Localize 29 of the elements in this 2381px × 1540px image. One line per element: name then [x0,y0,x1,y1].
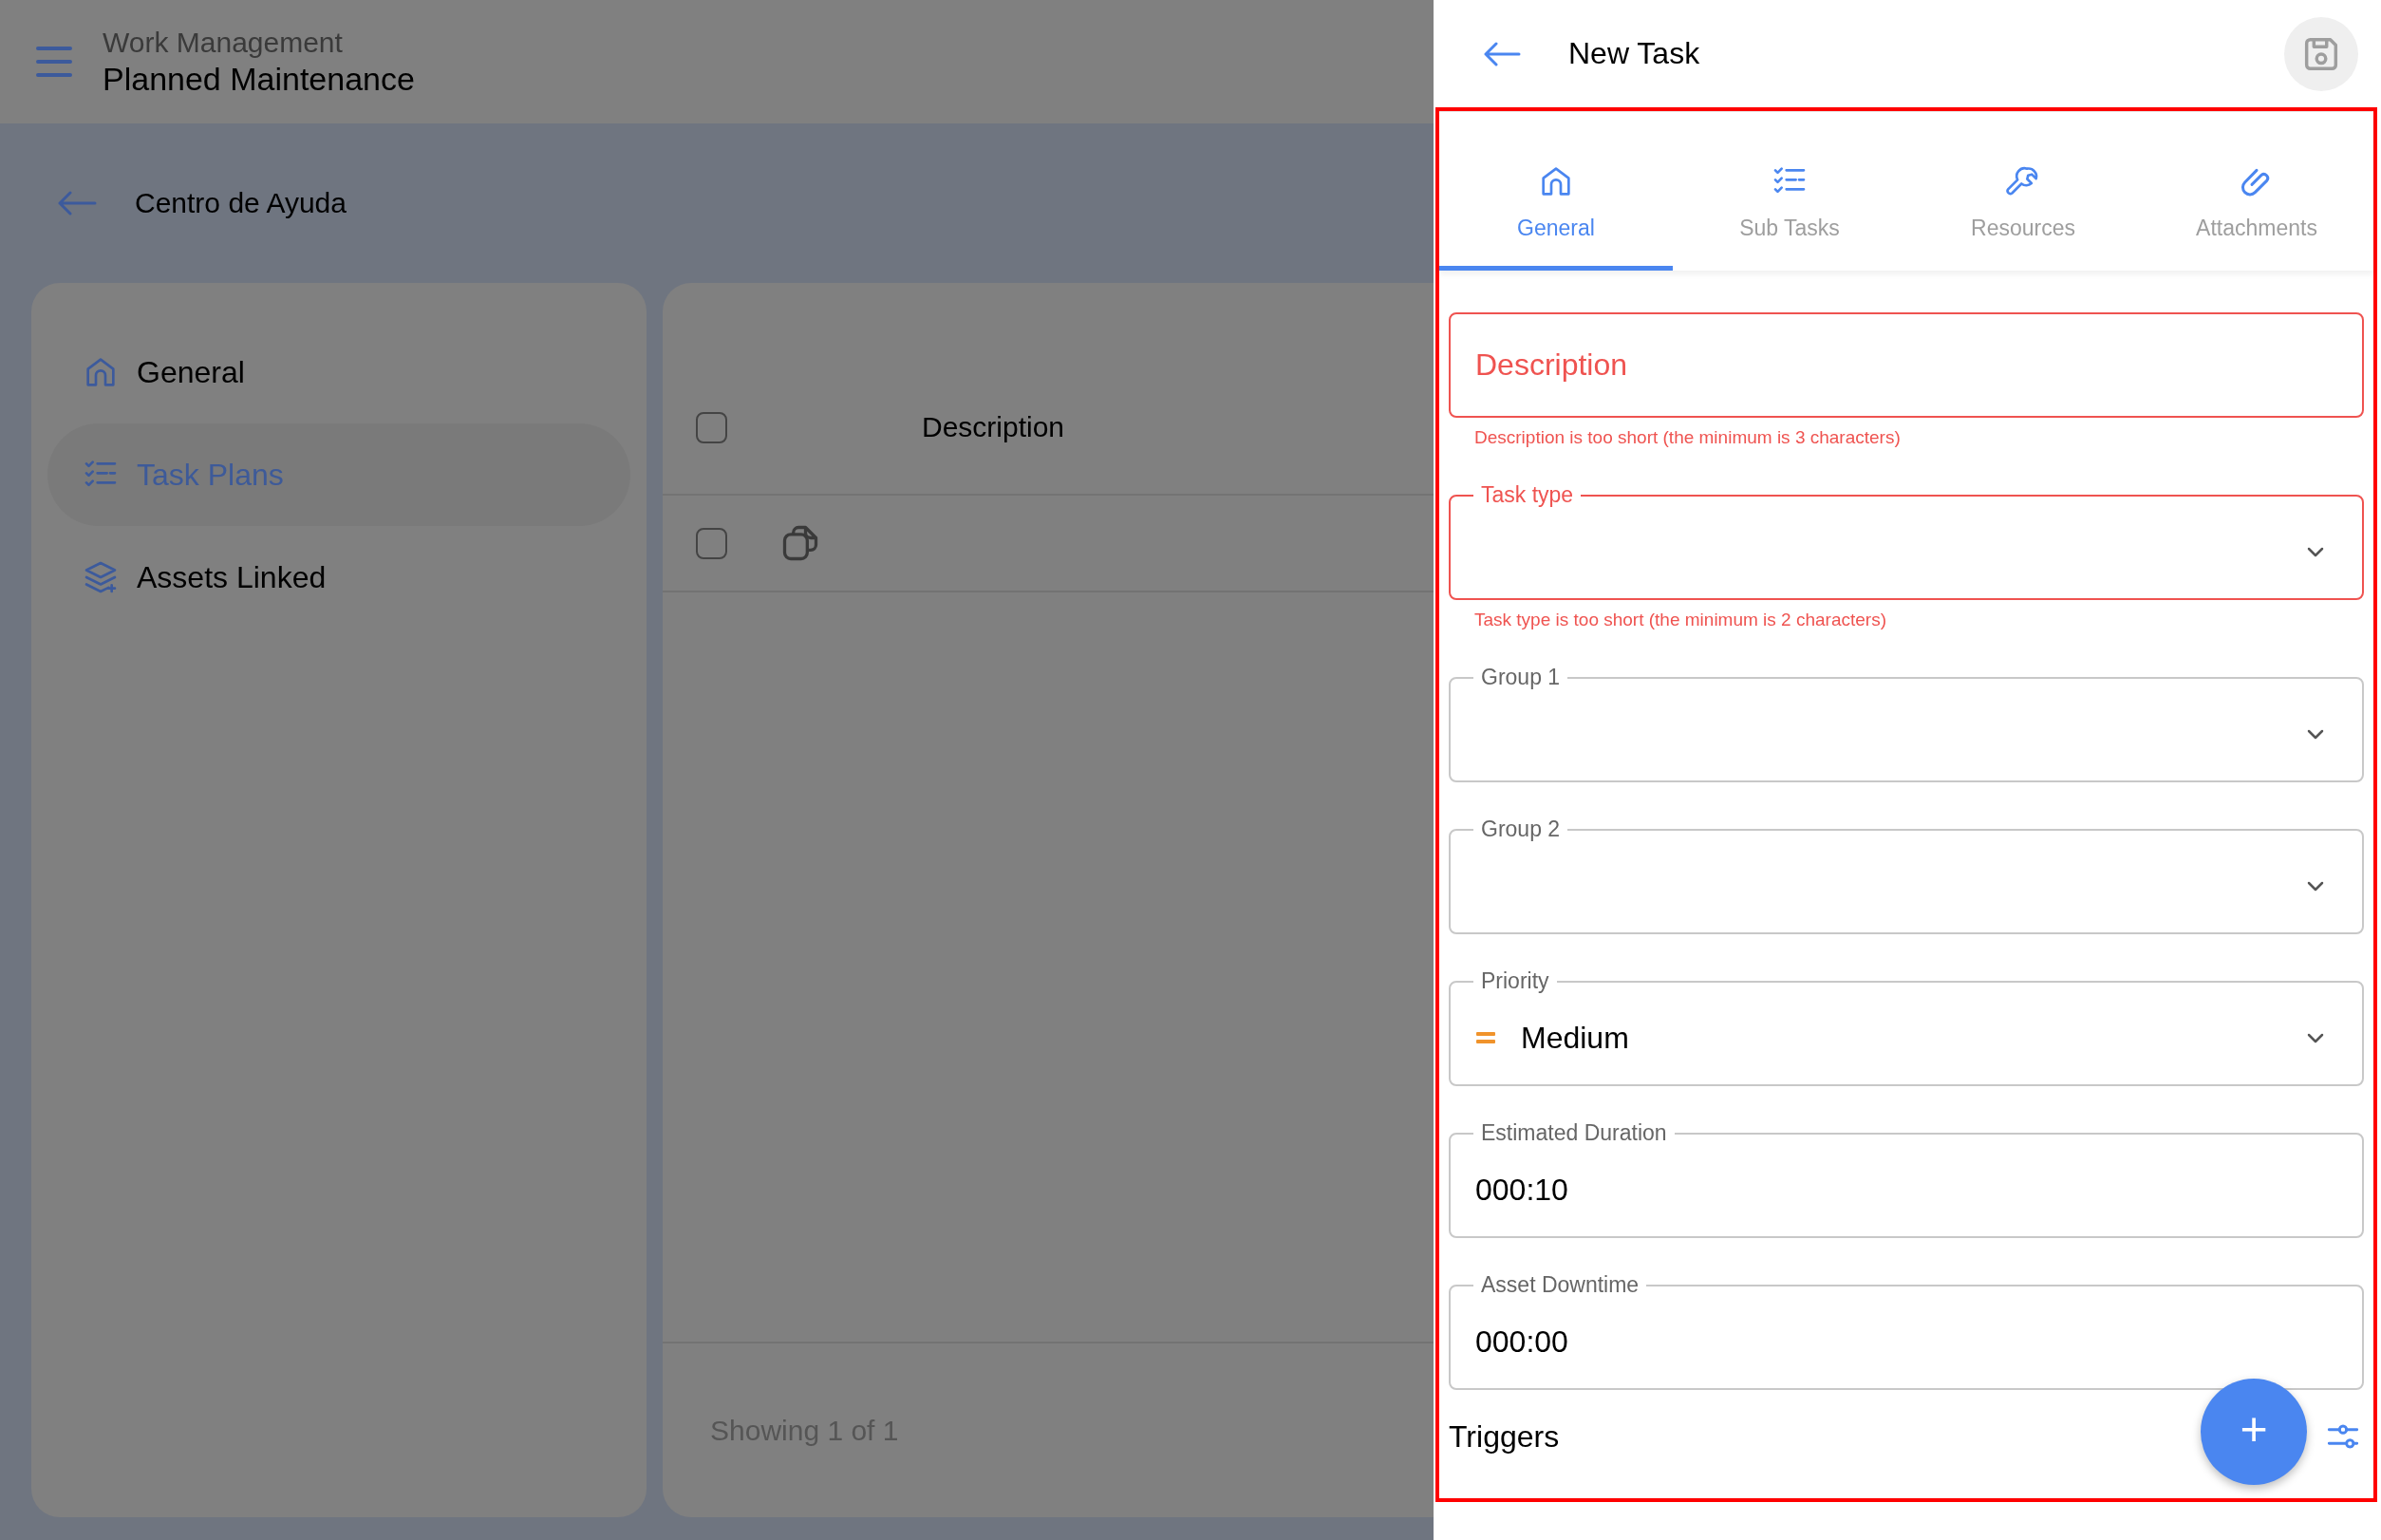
error-message: Description is too short (the minimum is 3 characters) [1474,427,1902,448]
menu-icon[interactable] [36,46,72,78]
add-button[interactable]: + [2201,1379,2307,1485]
tab[interactable]: Attachments [2140,112,2373,271]
sidebar-item[interactable]: Assets Linked [47,526,630,629]
page-title: Planned Maintenance [103,60,415,98]
error-message: Task type is too short (the minimum is 2 characters) [1474,610,1887,630]
breadcrumb-link[interactable]: Centro de Ayuda [135,187,347,219]
tab[interactable]: Sub Tasks [1673,112,1906,271]
panel-title: New Task [1568,36,1701,71]
tab[interactable]: Resources [1906,112,2140,271]
section-title: Triggers [1449,1418,1560,1455]
chevron-down-icon [2307,546,2324,557]
checkbox[interactable] [696,527,727,559]
chevron-down-icon [2307,728,2324,740]
back-arrow-icon[interactable] [57,191,97,216]
input-field[interactable]: Description [1449,312,2364,418]
chevron-down-icon [2307,1032,2324,1043]
priority-icon [1475,1030,1496,1045]
column-header: Description [922,411,1065,443]
chevron-down-icon [2307,880,2324,892]
input-field[interactable]: Estimated Duration 000:10 [1449,1120,2364,1238]
dropdown-field[interactable]: Priority Medium [1449,968,2364,1086]
dropdown-field[interactable]: Task type [1449,482,2364,600]
back-arrow-icon[interactable] [1483,41,1521,66]
checkbox[interactable] [696,411,727,443]
tab[interactable]: General [1439,112,1673,271]
sidebar-item[interactable]: General [47,321,630,423]
app-subtitle: Work Management [103,26,344,59]
